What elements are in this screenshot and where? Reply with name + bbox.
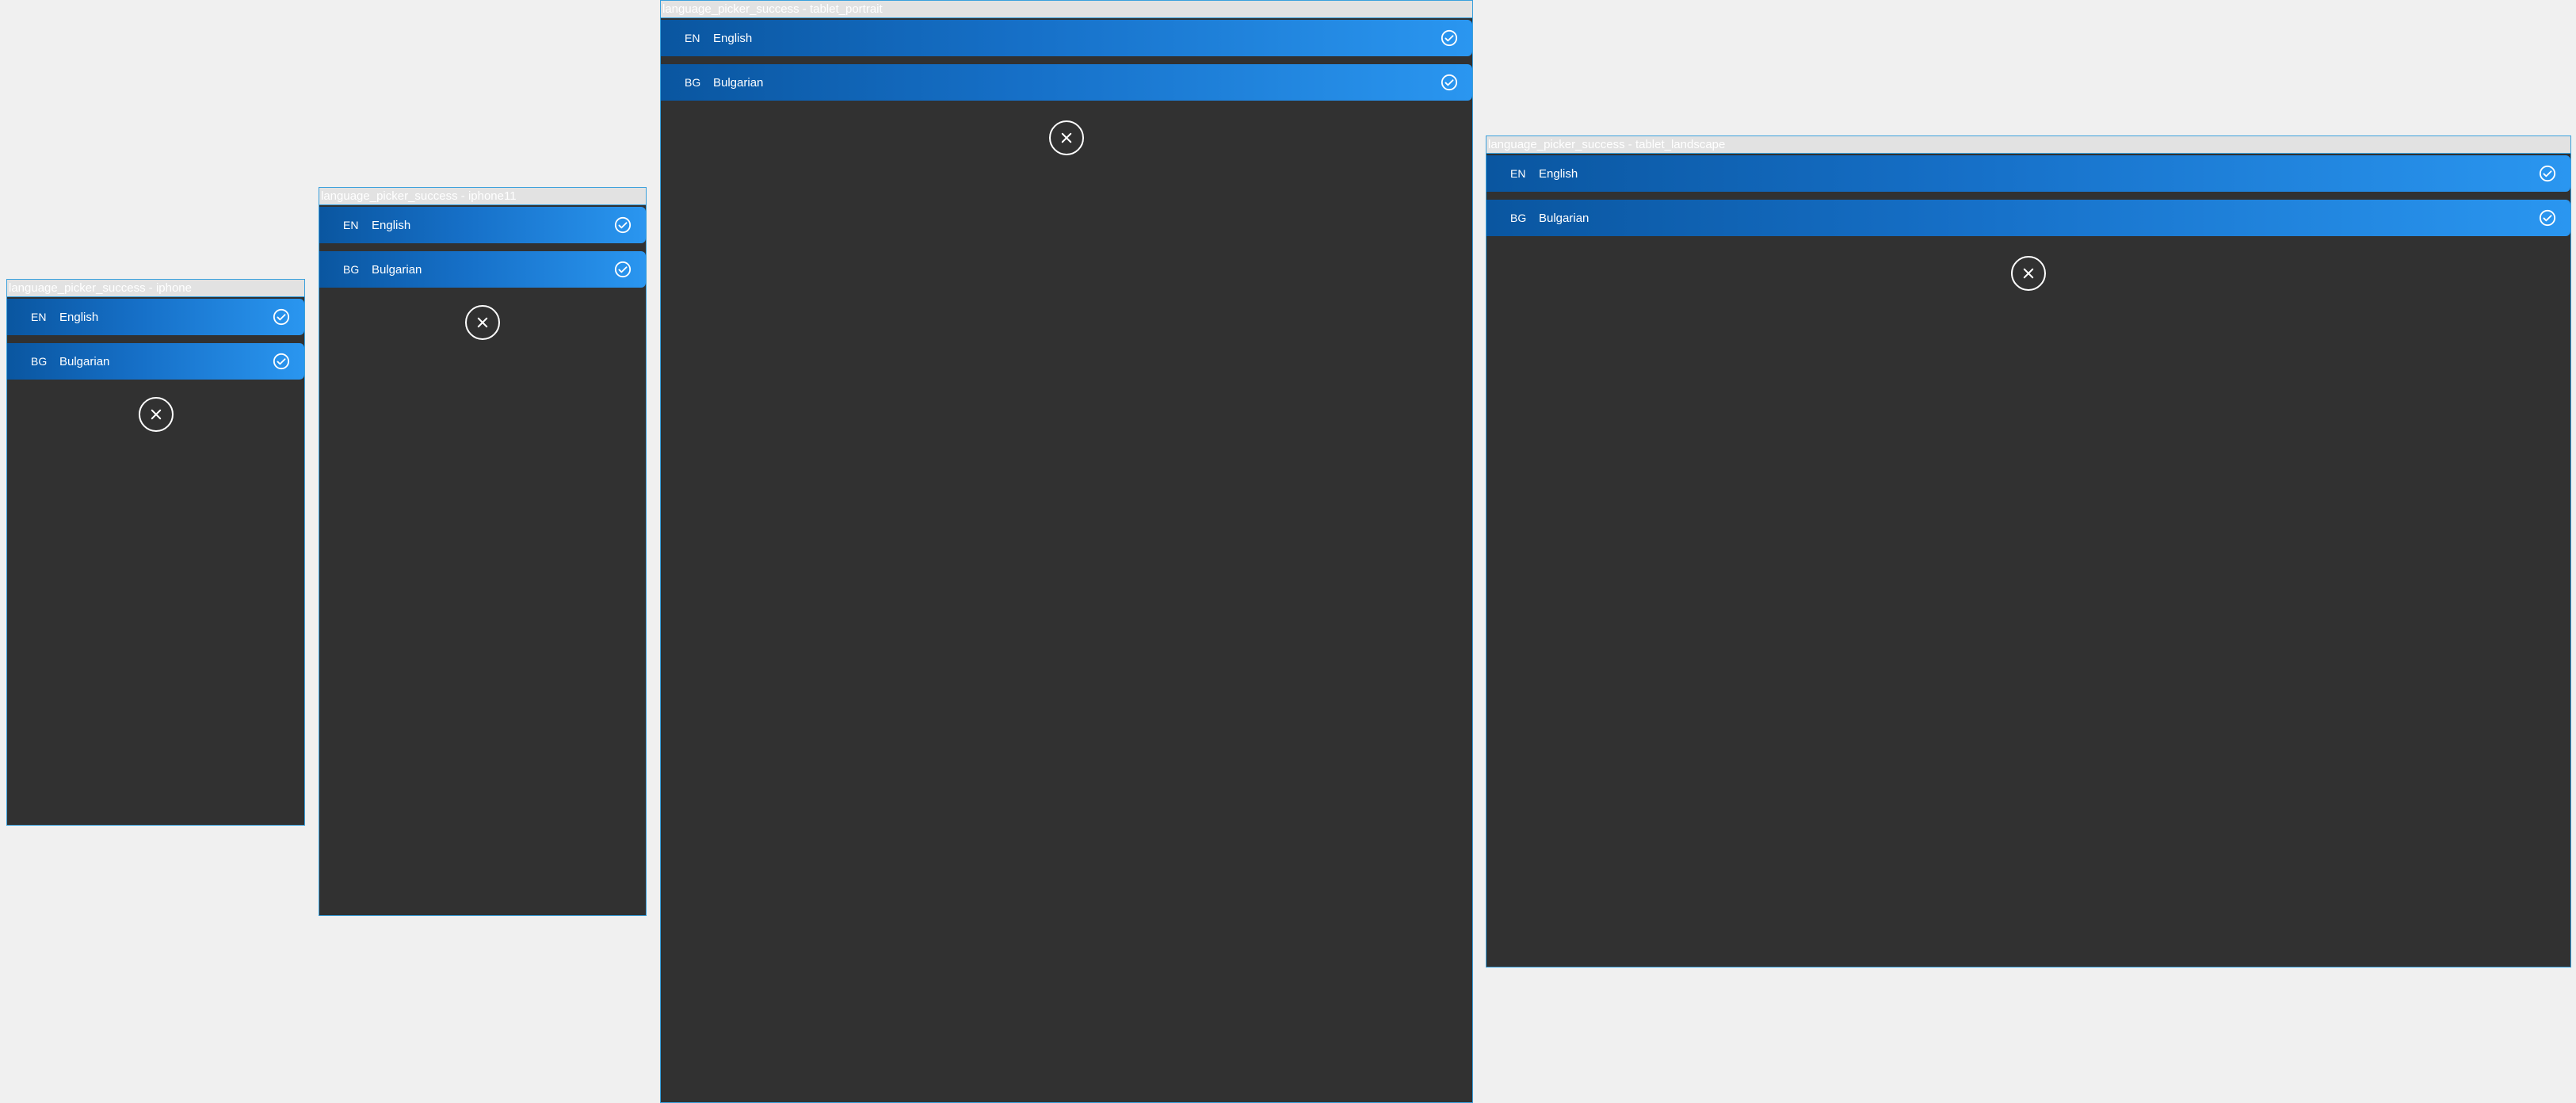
language-name: English bbox=[1539, 166, 1578, 181]
language-item-english[interactable]: EN English bbox=[7, 299, 304, 335]
check-circle-icon bbox=[2539, 209, 2556, 227]
language-item-english[interactable]: EN English bbox=[661, 20, 1472, 56]
check-circle-icon bbox=[614, 261, 632, 278]
language-code: BG bbox=[1510, 212, 1527, 224]
frame-tablet-portrait: language_picker_success - tablet_portrai… bbox=[660, 0, 1473, 1103]
frame-iphone: language_picker_success - iphone EN Engl… bbox=[6, 279, 305, 826]
language-name: English bbox=[59, 310, 99, 324]
language-list: EN English BG Bulgarian bbox=[1486, 155, 2570, 236]
language-item-english[interactable]: EN English bbox=[319, 207, 646, 243]
language-name: Bulgarian bbox=[372, 262, 422, 277]
frame-title: language_picker_success - tablet_portrai… bbox=[661, 1, 1472, 18]
frame-title: language_picker_success - iphone bbox=[7, 280, 304, 297]
language-item-bulgarian[interactable]: BG Bulgarian bbox=[319, 251, 646, 288]
check-circle-icon bbox=[614, 216, 632, 234]
language-list: EN English BG Bulgarian bbox=[319, 207, 646, 288]
language-name: Bulgarian bbox=[1539, 211, 1589, 225]
close-icon bbox=[151, 409, 161, 420]
language-code: EN bbox=[31, 311, 47, 323]
language-item-bulgarian[interactable]: BG Bulgarian bbox=[7, 343, 304, 380]
language-name: Bulgarian bbox=[713, 75, 764, 90]
frame-iphone11: language_picker_success - iphone11 EN En… bbox=[319, 187, 647, 916]
close-button[interactable] bbox=[138, 397, 174, 432]
check-circle-icon bbox=[1441, 29, 1458, 47]
close-icon bbox=[2023, 268, 2034, 279]
language-code: EN bbox=[685, 32, 700, 44]
close-button[interactable] bbox=[1049, 120, 1084, 155]
check-circle-icon bbox=[1441, 74, 1458, 91]
language-code: EN bbox=[343, 219, 359, 231]
close-button[interactable] bbox=[2011, 256, 2046, 291]
language-item-bulgarian[interactable]: BG Bulgarian bbox=[661, 64, 1472, 101]
language-name: Bulgarian bbox=[59, 354, 110, 368]
check-circle-icon bbox=[2539, 165, 2556, 182]
close-icon bbox=[1061, 132, 1072, 143]
frame-tablet-landscape: language_picker_success - tablet_landsca… bbox=[1486, 135, 2571, 968]
language-item-english[interactable]: EN English bbox=[1486, 155, 2570, 192]
language-list: EN English BG Bulgarian bbox=[7, 299, 304, 380]
check-circle-icon bbox=[273, 308, 290, 326]
language-code: EN bbox=[1510, 167, 1526, 180]
language-name: English bbox=[372, 218, 411, 232]
language-list: EN English BG Bulgarian bbox=[661, 20, 1472, 101]
check-circle-icon bbox=[273, 353, 290, 370]
language-item-bulgarian[interactable]: BG Bulgarian bbox=[1486, 200, 2570, 236]
frame-title: language_picker_success - tablet_landsca… bbox=[1486, 136, 2570, 154]
close-button[interactable] bbox=[465, 305, 500, 340]
language-code: BG bbox=[31, 355, 48, 368]
close-icon bbox=[477, 317, 488, 328]
language-name: English bbox=[713, 31, 753, 45]
language-code: BG bbox=[343, 263, 360, 276]
language-code: BG bbox=[685, 76, 701, 89]
frame-title: language_picker_success - iphone11 bbox=[319, 188, 646, 205]
